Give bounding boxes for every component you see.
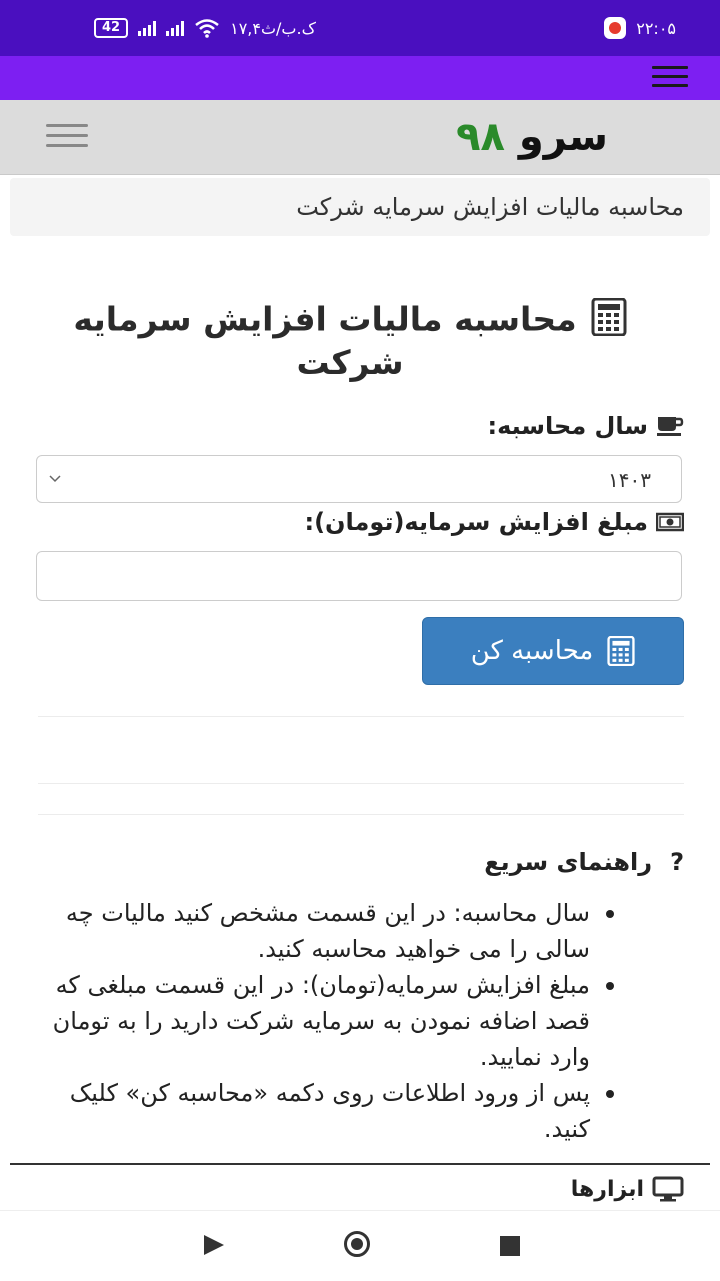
status-left: 42 ۱۷,۴ک.ب/ث — [94, 16, 316, 40]
year-select-value: ۱۴۰۳ — [608, 468, 651, 492]
guide-title: راهنمای سریع — [484, 848, 653, 876]
guide-title-row: ? راهنمای سریع — [484, 848, 684, 876]
list-item: مبلغ افزایش سرمایه(تومان): در این قسمت م… — [40, 967, 620, 1075]
guide-list: سال محاسبه: در این قسمت مشخص کنید مالیات… — [40, 895, 620, 1147]
clock: ۲۲:۰۵ — [636, 18, 676, 38]
home-icon[interactable] — [344, 1231, 370, 1257]
list-item: سال محاسبه: در این قسمت مشخص کنید مالیات… — [40, 895, 620, 967]
calculator-button-icon — [607, 636, 635, 666]
battery-icon: 42 — [94, 18, 129, 38]
back-icon[interactable] — [204, 1235, 224, 1255]
monitor-icon — [652, 1176, 684, 1202]
chevron-down-icon — [49, 475, 61, 483]
year-select[interactable]: ۱۴۰۳ — [36, 455, 682, 503]
list-item: پس از ورود اطلاعات روی دکمه «محاسبه کن» … — [40, 1075, 620, 1147]
result-divider-bottom — [38, 814, 684, 815]
calculate-button[interactable]: محاسبه کن — [422, 617, 684, 685]
amount-label: مبلغ افزایش سرمایه(تومان): — [304, 508, 648, 536]
calculator-icon — [591, 297, 627, 344]
system-nav-bar — [0, 1210, 720, 1281]
amount-input[interactable] — [36, 551, 682, 601]
coffee-icon — [657, 417, 684, 436]
site-logo[interactable]: سرو ۹۸ — [456, 114, 608, 160]
section-divider — [10, 1163, 710, 1165]
year-label: سال محاسبه: — [487, 412, 648, 440]
network-speed: ۱۷,۴ک.ب/ث — [230, 18, 316, 38]
signal-icon — [138, 20, 157, 36]
amount-label-row: مبلغ افزایش سرمایه(تومان): — [304, 508, 684, 536]
app-bar — [0, 56, 720, 100]
app-menu-icon[interactable] — [652, 66, 688, 90]
notification-app-icon — [604, 17, 627, 39]
money-icon — [656, 512, 684, 532]
logo-number: ۹۸ — [456, 114, 505, 160]
signal-icon-2 — [166, 20, 185, 36]
page-title-row: محاسبه مالیات افزایش سرمایه شرکت — [40, 297, 660, 382]
site-header: سرو ۹۸ — [0, 100, 720, 175]
site-menu-icon[interactable] — [46, 124, 88, 150]
calculate-button-label: محاسبه کن — [470, 636, 594, 666]
page-title: محاسبه مالیات افزایش سرمایه شرکت — [73, 299, 577, 382]
status-bar: 42 ۱۷,۴ک.ب/ث ۲۲:۰۵ — [0, 0, 720, 56]
question-icon: ? — [670, 848, 684, 876]
status-right: ۲۲:۰۵ — [604, 16, 676, 40]
result-divider-top — [38, 716, 684, 717]
recent-apps-icon[interactable] — [500, 1236, 520, 1256]
breadcrumb: محاسبه مالیات افزایش سرمایه شرکت — [10, 178, 710, 236]
result-divider-middle — [38, 783, 684, 784]
logo-word: سرو — [518, 114, 608, 160]
year-label-row: سال محاسبه: — [487, 412, 684, 440]
wifi-icon — [195, 19, 219, 38]
tools-title: ابزارها — [570, 1176, 644, 1202]
tools-heading-row: ابزارها — [571, 1176, 684, 1202]
